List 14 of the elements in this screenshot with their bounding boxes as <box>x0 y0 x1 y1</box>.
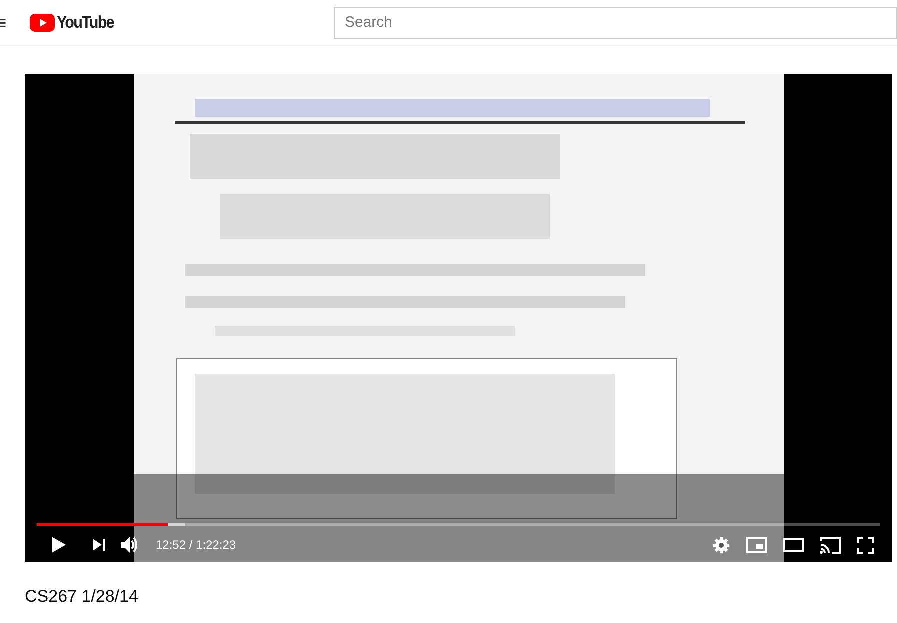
fullscreen-icon[interactable] <box>857 536 874 554</box>
progress-bar[interactable] <box>37 523 880 526</box>
logo-text[interactable]: YouTube <box>56 10 114 36</box>
miniplayer-icon[interactable] <box>746 537 767 553</box>
next-icon[interactable] <box>93 539 105 551</box>
video-title: CS267 1/28/14 <box>25 586 140 608</box>
play-logo-icon[interactable] <box>30 14 55 32</box>
time-display: 12:52 / 1:22:23 <box>156 537 236 554</box>
theater-mode-icon[interactable] <box>783 538 804 552</box>
cast-icon[interactable] <box>820 536 841 554</box>
volume-icon[interactable] <box>121 536 140 554</box>
settings-icon[interactable] <box>713 536 730 554</box>
search-field[interactable]: Search <box>334 6 897 38</box>
play-icon[interactable] <box>52 537 66 553</box>
